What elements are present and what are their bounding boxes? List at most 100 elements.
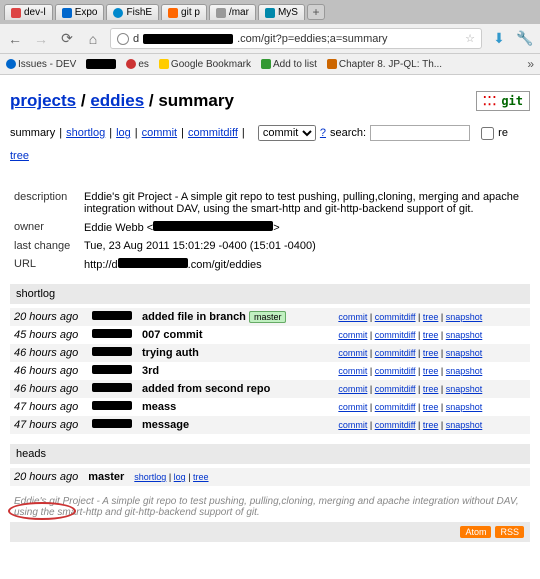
action-commitdiff[interactable]: commitdiff [375,330,416,340]
search-input[interactable] [370,125,470,141]
tab-favicon [265,8,275,18]
head-name[interactable]: master [88,471,124,483]
bookmark-overflow[interactable]: » [527,57,534,71]
action-snapshot[interactable]: snapshot [446,366,483,376]
description-table: descriptionEddie's git Project - A simpl… [10,188,530,274]
regex-checkbox[interactable] [481,127,494,140]
shortlog-row: 47 hours agomessagecommit | commitdiff |… [10,416,530,434]
git-logo[interactable]: ⁚⁚⁚git [476,91,530,111]
star-icon[interactable]: ☆ [465,32,475,45]
address-bar[interactable]: d.com/git?p=eddies;a=summary ☆ [110,28,482,49]
commit-author [88,344,138,362]
commit-actions: commit | commitdiff | tree | snapshot [334,362,530,380]
browser-tab[interactable]: /mar [209,4,256,20]
action-tree[interactable]: tree [423,384,439,394]
nav-commitdiff[interactable]: commitdiff [188,127,238,139]
shortlog-row: 45 hours ago 007 commitcommit | commitdif… [10,326,530,344]
tab-favicon [11,8,21,18]
shortlog-table: 20 hours agoadded file in branch masterc… [10,308,530,434]
action-commitdiff[interactable]: commitdiff [375,384,416,394]
action-tree[interactable]: tree [423,366,439,376]
bookmark-google[interactable]: Google Bookmark [159,59,251,70]
action-snapshot[interactable]: snapshot [446,330,483,340]
action-tree[interactable]: tree [423,348,439,358]
action-commitdiff[interactable]: commitdiff [375,348,416,358]
shortlog-row: 20 hours agoadded file in branch masterc… [10,308,530,326]
breadcrumb-projects[interactable]: projects [10,91,76,110]
commit-actions: commit | commitdiff | tree | snapshot [334,326,530,344]
action-commit[interactable]: commit [338,312,367,322]
commit-age: 46 hours ago [10,344,88,362]
label-lastchange: last change [10,237,80,255]
action-commit[interactable]: commit [338,366,367,376]
browser-tab[interactable]: git p [161,4,207,20]
home-button[interactable]: ⌂ [84,30,102,48]
action-commit[interactable]: commit [338,420,367,430]
value-owner: Eddie Webb <> [80,218,530,237]
wrench-icon[interactable]: 🔧 [516,30,534,48]
value-lastchange: Tue, 23 Aug 2011 15:01:29 -0400 (15:01 -… [80,237,530,255]
new-tab-button[interactable]: + [307,4,325,20]
action-commit[interactable]: commit [338,330,367,340]
value-url: http://d.com/git/eddies [80,255,530,274]
search-type-select[interactable]: commit [258,125,316,141]
action-snapshot[interactable]: snapshot [446,312,483,322]
bookmark-chapter[interactable]: Chapter 8. JP-QL: Th... [327,59,442,70]
bookmark-addlist[interactable]: Add to list [261,59,317,70]
browser-tab[interactable]: dev-l [4,4,53,20]
commit-message[interactable]: added from second repo [138,380,334,398]
rss-feed[interactable]: RSS [495,526,524,538]
reload-button[interactable]: ⟳ [58,30,76,48]
action-commit[interactable]: commit [338,348,367,358]
heads-row: 20 hours ago master shortlog | log | tre… [10,468,530,486]
action-snapshot[interactable]: snapshot [446,348,483,358]
head-log-link[interactable]: log [174,472,186,482]
action-commit[interactable]: commit [338,402,367,412]
shortlog-row: 46 hours ago3rdcommit | commitdiff | tre… [10,362,530,380]
action-snapshot[interactable]: snapshot [446,420,483,430]
atom-feed[interactable]: Atom [460,526,491,538]
action-commitdiff[interactable]: commitdiff [375,366,416,376]
commit-message[interactable]: added file in branch master [138,308,334,326]
bookmark-issues[interactable]: Issues - DEV [6,59,76,70]
commit-actions: commit | commitdiff | tree | snapshot [334,344,530,362]
action-tree[interactable]: tree [423,420,439,430]
breadcrumb-page: summary [158,91,234,110]
action-commitdiff[interactable]: commitdiff [375,312,416,322]
commit-message[interactable]: trying auth [138,344,334,362]
action-tree[interactable]: tree [423,330,439,340]
help-link[interactable]: ? [320,127,326,139]
commit-age: 45 hours ago [10,326,88,344]
bookmark-es[interactable]: es [126,59,149,70]
download-icon[interactable]: ⬇ [490,30,508,48]
nav-commit[interactable]: commit [142,127,177,139]
action-commitdiff[interactable]: commitdiff [375,402,416,412]
action-tree[interactable]: tree [423,402,439,412]
action-commit[interactable]: commit [338,384,367,394]
commit-message[interactable]: 3rd [138,362,334,380]
nav-shortlog[interactable]: shortlog [66,127,105,139]
action-snapshot[interactable]: snapshot [446,402,483,412]
nav-tree[interactable]: tree [10,150,29,162]
head-shortlog-link[interactable]: shortlog [134,472,166,482]
action-commitdiff[interactable]: commitdiff [375,420,416,430]
browser-tab[interactable]: FishE [106,4,159,20]
action-tree[interactable]: tree [423,312,439,322]
forward-button[interactable]: → [32,30,50,48]
commit-author [88,326,138,344]
commit-actions: commit | commitdiff | tree | snapshot [334,380,530,398]
tab-favicon [216,8,226,18]
commit-age: 47 hours ago [10,416,88,434]
action-snapshot[interactable]: snapshot [446,384,483,394]
browser-tab[interactable]: MyS [258,4,305,20]
back-button[interactable]: ← [6,30,24,48]
commit-message[interactable]: message [138,416,334,434]
head-tree-link[interactable]: tree [193,472,209,482]
commit-message[interactable]: meass [138,398,334,416]
breadcrumb-repo[interactable]: eddies [90,91,144,110]
commit-message[interactable]: 007 commit [138,326,334,344]
browser-tab[interactable]: Expo [55,4,105,20]
nav-log[interactable]: log [116,127,131,139]
ref-tag-master[interactable]: master [249,311,287,323]
browser-toolbar: ← → ⟳ ⌂ d.com/git?p=eddies;a=summary ☆ ⬇… [0,24,540,54]
